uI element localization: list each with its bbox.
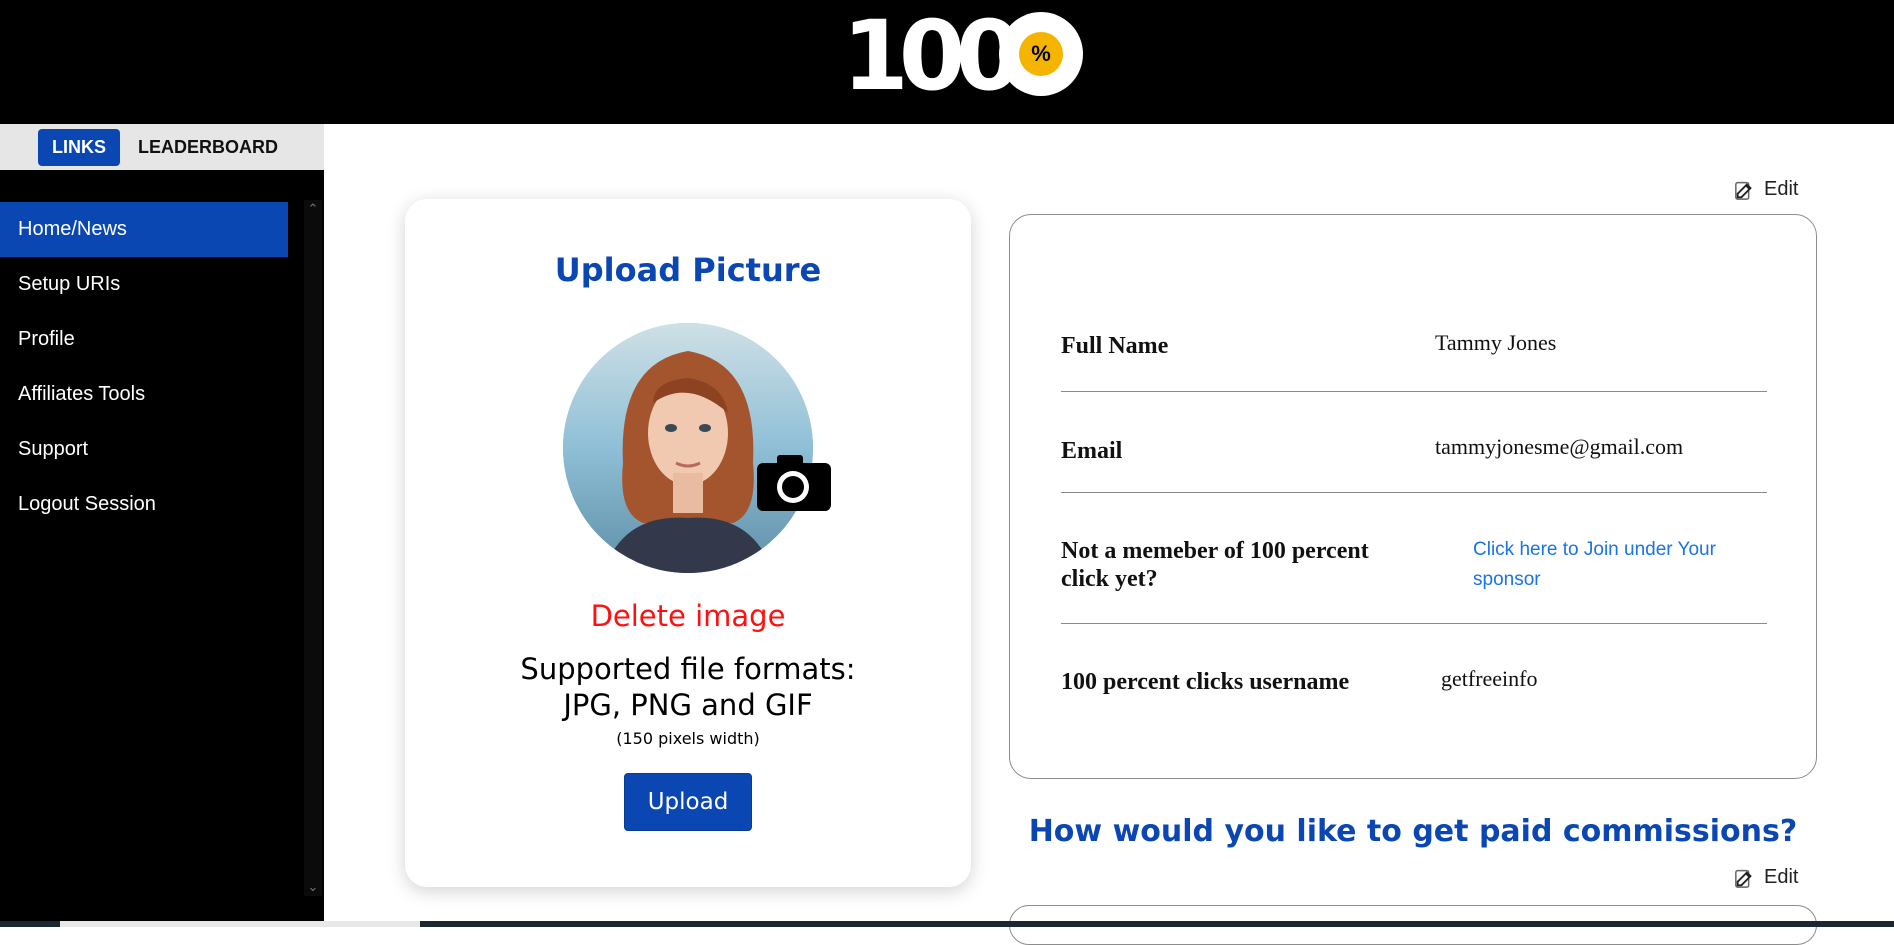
sidebar-item-home-news[interactable]: Home/News <box>0 202 288 257</box>
sidebar-nav: Home/News Setup URIs Profile Affiliates … <box>0 202 288 532</box>
logo-badge-glyph: % <box>1019 32 1063 76</box>
email-label: Email <box>1061 438 1123 464</box>
sidebar-item-logout-session[interactable]: Logout Session <box>0 477 288 532</box>
sidebar: Home/News Setup URIs Profile Affiliates … <box>0 170 324 927</box>
full-name-label: Full Name <box>1061 333 1169 359</box>
upload-picture-card: Upload Picture Delete image Supported fi… <box>405 199 971 887</box>
sidebar-item-affiliates-tools[interactable]: Affiliates Tools <box>0 367 288 422</box>
full-name-value: Tammy Jones <box>1435 330 1557 355</box>
formats-note: (150 pixels width) <box>616 729 760 748</box>
upload-button[interactable]: Upload <box>624 773 752 831</box>
row-full-name: Full Name Tammy Jones <box>1061 320 1767 392</box>
camera-icon[interactable] <box>755 451 833 513</box>
formats-line-1: Supported file formats: <box>520 652 856 686</box>
upload-picture-title: Upload Picture <box>554 251 822 289</box>
join-label: Not a memeber of 100 percent click yet? <box>1061 538 1369 592</box>
delete-image-link[interactable]: Delete image <box>405 599 971 633</box>
formats-line-2: JPG, PNG and GIF <box>563 688 813 722</box>
sidebar-scrollbar[interactable]: ⌃ ⌄ <box>304 200 322 896</box>
row-join: Not a memeber of 100 percent click yet? … <box>1061 493 1767 624</box>
edit-icon <box>1735 181 1752 200</box>
sidebar-item-support[interactable]: Support <box>0 422 288 477</box>
sidebar-item-setup-uris[interactable]: Setup URIs <box>0 257 288 312</box>
username-label: 100 percent clicks username <box>1061 669 1350 695</box>
sidebar-item-profile[interactable]: Profile <box>0 312 288 367</box>
avatar[interactable] <box>563 323 813 573</box>
tab-leaderboard[interactable]: LEADERBOARD <box>130 129 286 166</box>
commissions-edit-label: Edit <box>1764 866 1799 888</box>
percent-badge-icon: % <box>989 12 1093 96</box>
sidebar-tabs: LINKS LEADERBOARD <box>0 124 324 170</box>
scroll-up-icon[interactable]: ⌃ <box>304 200 322 218</box>
join-sponsor-link[interactable]: Click here to Join under Your sponsor <box>1473 535 1763 595</box>
username-value: getfreeinfo <box>1441 666 1538 691</box>
edit-icon <box>1735 869 1752 888</box>
commissions-edit-button[interactable]: Edit <box>1734 866 1798 889</box>
tab-links[interactable]: LINKS <box>38 128 120 166</box>
email-value: tammyjonesme@gmail.com <box>1435 434 1684 459</box>
profile-info-card: Full Name Tammy Jones Email tammyjonesme… <box>1009 214 1817 779</box>
logo[interactable]: 100 % <box>842 0 1083 112</box>
commissions-heading: How would you like to get paid commissio… <box>1028 814 1798 849</box>
scroll-down-icon[interactable]: ⌄ <box>304 878 322 896</box>
bottom-strip <box>0 921 1894 927</box>
row-email: Email tammyjonesme@gmail.com <box>1061 392 1767 493</box>
profile-edit-button[interactable]: Edit <box>1734 178 1798 201</box>
logo-text: 100 <box>842 0 1022 112</box>
supported-formats: Supported file formats: JPG, PNG and GIF <box>405 651 971 723</box>
profile-edit-label: Edit <box>1764 178 1799 200</box>
row-username: 100 percent clicks username getfreeinfo <box>1061 624 1767 734</box>
top-bar: 100 % <box>0 0 1894 124</box>
